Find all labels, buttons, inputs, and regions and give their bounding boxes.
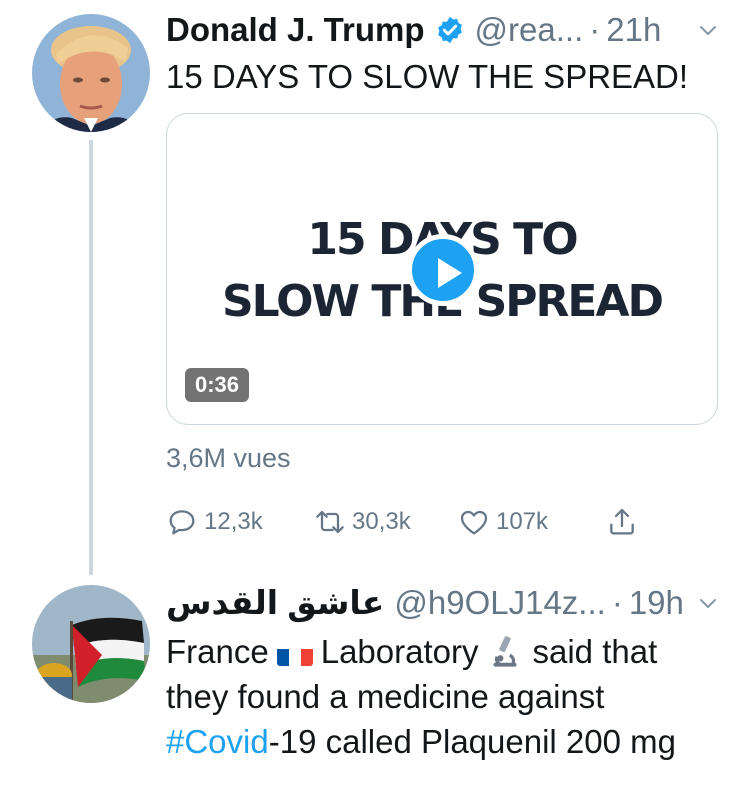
timestamp[interactable]: 19h xyxy=(629,583,684,623)
view-count: 3,6M vues xyxy=(166,443,291,473)
retweet-button[interactable]: 30,3k xyxy=(314,506,458,538)
avatar[interactable] xyxy=(32,585,150,703)
text-segment: Laboratory xyxy=(320,633,479,670)
reply-count: 12,3k xyxy=(204,508,263,535)
like-count: 107k xyxy=(496,508,549,535)
france-flag-icon xyxy=(276,640,313,666)
reply-icon xyxy=(169,510,195,535)
like-button[interactable]: 107k xyxy=(458,506,606,538)
author-name[interactable]: عاشق القدس xyxy=(166,583,384,623)
microscope-icon xyxy=(494,636,517,667)
like-icon xyxy=(460,510,488,535)
chevron-down-icon[interactable] xyxy=(696,591,720,615)
author-name[interactable]: Donald J. Trump xyxy=(166,10,425,50)
author-handle[interactable]: @rea... xyxy=(475,10,584,50)
thread-line xyxy=(89,140,93,575)
separator-dot: · xyxy=(611,584,623,621)
share-icon xyxy=(610,508,634,535)
tweet-header: عاشق القدس @h9OLJ14z... · 19h xyxy=(166,583,720,623)
action-bar: 12,3k 30,3k 107k xyxy=(166,502,644,542)
retweet-count: 30,3k xyxy=(352,508,411,535)
text-segment: France xyxy=(166,633,269,670)
chevron-down-icon[interactable] xyxy=(696,18,720,42)
verified-badge-icon xyxy=(437,16,462,44)
hashtag-link[interactable]: #Covid xyxy=(166,723,269,760)
tweet[interactable]: عاشق القدس @h9OLJ14z... · 19h France Labo… xyxy=(0,575,750,798)
video-player[interactable]: 15 DAYS TO SLOW THE SPREAD 0:36 xyxy=(166,113,718,425)
tweet[interactable]: Donald J. Trump @rea... · 21h 15 DAYS TO… xyxy=(0,0,750,575)
share-button[interactable] xyxy=(606,506,644,538)
text-segment: -19 called Plaquenil 200 mg xyxy=(268,723,676,760)
play-icon[interactable] xyxy=(407,234,479,306)
video-duration: 0:36 xyxy=(185,368,250,402)
author-handle[interactable]: @h9OLJ14z... xyxy=(394,583,605,623)
tweet-text: France Laboratory said that they found a m… xyxy=(166,629,720,764)
retweet-icon xyxy=(316,510,344,534)
timestamp[interactable]: 21h xyxy=(606,10,661,50)
tweet-header: Donald J. Trump @rea... · 21h xyxy=(166,10,720,50)
reply-button[interactable]: 12,3k xyxy=(166,506,314,538)
tweet-text: 15 DAYS TO SLOW THE SPREAD! xyxy=(166,58,689,95)
avatar[interactable] xyxy=(32,14,150,132)
separator-dot: · xyxy=(589,11,601,48)
